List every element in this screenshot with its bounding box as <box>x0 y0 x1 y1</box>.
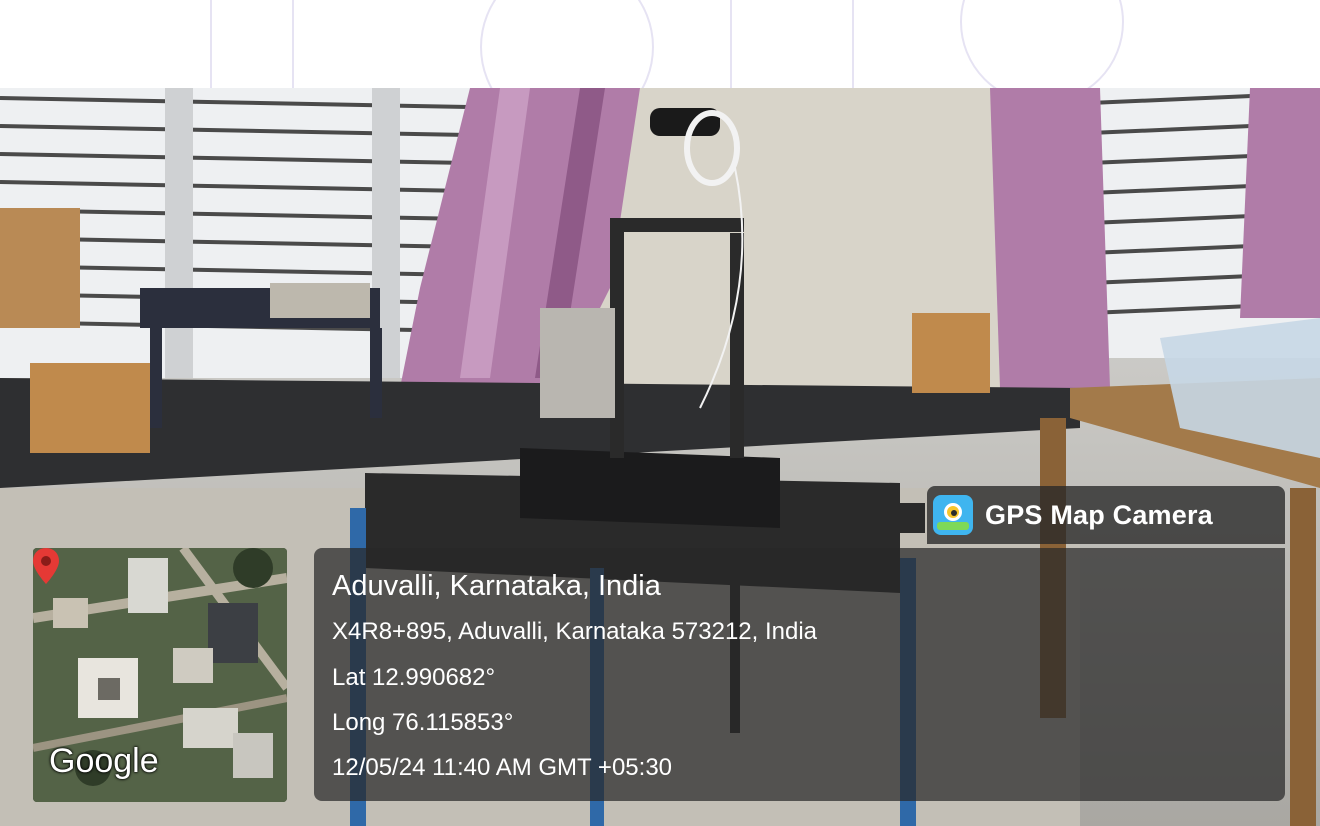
google-logo-text: Google <box>49 742 159 780</box>
gps-map-camera-icon <box>933 495 973 535</box>
watermark-shape <box>480 0 654 88</box>
map-thumbnail: Google <box>33 548 287 802</box>
watermark-shape <box>210 0 294 88</box>
location-info-panel: Aduvalli, Karnataka, India X4R8+895, Adu… <box>314 548 1285 801</box>
gps-map-camera-badge: GPS Map Camera <box>927 486 1285 544</box>
location-pin-icon <box>33 548 59 584</box>
timestamp-line: 12/05/24 11:40 AM GMT +05:30 <box>332 754 673 781</box>
watermark-shape <box>960 0 1124 88</box>
longitude-line: Long 76.115853° <box>332 709 514 736</box>
top-watermark-band <box>0 0 1320 88</box>
address-line: X4R8+895, Aduvalli, Karnataka 573212, In… <box>332 618 818 645</box>
latitude-line: Lat 12.990682° <box>332 664 496 691</box>
badge-title: GPS Map Camera <box>985 499 1213 530</box>
place-name: Aduvalli, Karnataka, India <box>332 570 661 602</box>
watermark-shape <box>730 0 854 88</box>
